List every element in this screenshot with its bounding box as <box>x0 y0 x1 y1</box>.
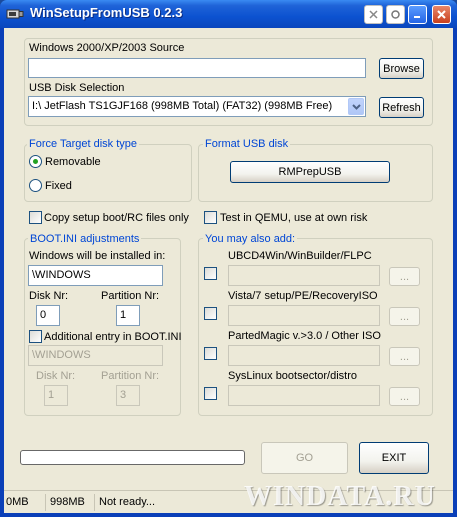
vista-setup-browse-button[interactable]: ... <box>389 307 420 326</box>
partedmagic-browse-button[interactable]: ... <box>389 347 420 366</box>
partedmagic-path-input[interactable] <box>228 345 380 366</box>
minimize-icon <box>414 16 420 18</box>
ubcd4win-browse-button[interactable]: ... <box>389 267 420 286</box>
progress-bar <box>20 450 245 465</box>
force-target-group <box>24 144 192 202</box>
client-area: Windows 2000/XP/2003 Source Browse USB D… <box>4 28 453 513</box>
test-qemu-checkbox[interactable] <box>204 211 217 224</box>
window-title: WinSetupFromUSB 0.2.3 <box>30 5 183 20</box>
install-location-input[interactable]: \WINDOWS <box>28 265 163 286</box>
close-icon <box>437 10 446 19</box>
fixed-radio[interactable] <box>29 179 42 192</box>
ubcd4win-path-input[interactable] <box>228 265 380 286</box>
partition-nr2-label: Partition Nr: <box>101 370 160 382</box>
disk-nr-label: Disk Nr: <box>29 290 69 302</box>
removable-radio[interactable] <box>29 155 42 168</box>
syslinux-label: SysLinux bootsector/distro <box>228 370 358 382</box>
usb-disk-select[interactable]: I:\ JetFlash TS1GJF168 (998MB Total) (FA… <box>28 96 366 117</box>
disk-nr-input[interactable]: 0 <box>36 305 60 326</box>
help-button[interactable] <box>364 5 383 24</box>
browse-button[interactable]: Browse <box>379 58 424 79</box>
title-bar[interactable]: WinSetupFromUSB 0.2.3 <box>0 0 457 28</box>
source-path-input[interactable] <box>28 58 366 78</box>
usb-disk-label: USB Disk Selection <box>29 82 125 94</box>
syslinux-checkbox[interactable] <box>204 387 217 400</box>
syslinux-path-input[interactable] <box>228 385 380 406</box>
radio-selected-dot <box>33 159 38 164</box>
force-target-title: Force Target disk type <box>27 138 140 150</box>
removable-label[interactable]: Removable <box>45 156 101 169</box>
minimize-button[interactable] <box>408 5 427 24</box>
vista-setup-label: Vista/7 setup/PE/RecoveryISO <box>228 290 378 302</box>
vista-setup-path-input[interactable] <box>228 305 380 326</box>
also-add-title: You may also add: <box>203 233 298 245</box>
disk-nr2-label: Disk Nr: <box>36 370 76 382</box>
system-button[interactable] <box>386 5 405 24</box>
copy-setup-label[interactable]: Copy setup boot/RC files only <box>44 212 189 225</box>
fixed-label[interactable]: Fixed <box>45 180 72 193</box>
partition-nr-input[interactable]: 1 <box>116 305 140 326</box>
vista-setup-checkbox[interactable] <box>204 307 217 320</box>
syslinux-browse-button[interactable]: ... <box>389 387 420 406</box>
gear-icon <box>391 10 400 19</box>
status-message: Not ready... <box>99 496 156 508</box>
partedmagic-label: PartedMagic v.>3.0 / Other ISO <box>228 330 381 342</box>
rmprepusb-button[interactable]: RMPrepUSB <box>230 161 390 183</box>
go-button[interactable]: GO <box>261 442 348 474</box>
test-qemu-label[interactable]: Test in QEMU, use at own risk <box>220 212 367 225</box>
ubcd4win-checkbox[interactable] <box>204 267 217 280</box>
copy-setup-checkbox[interactable] <box>29 211 42 224</box>
partition-nr-label: Partition Nr: <box>101 290 160 302</box>
status-used: 0MB <box>4 494 46 511</box>
format-usb-title: Format USB disk <box>203 138 291 150</box>
status-total: 998MB <box>48 494 95 511</box>
usb-drive-icon <box>6 9 24 19</box>
boot-ini-title: BOOT.INI adjustments <box>28 233 142 245</box>
dropdown-button[interactable] <box>348 98 364 115</box>
usb-disk-selected: I:\ JetFlash TS1GJF168 (998MB Total) (FA… <box>32 100 333 112</box>
app-window: WinSetupFromUSB 0.2.3 Windows 2000/XP/20… <box>0 0 457 517</box>
watermark: WINDATA.RU <box>244 481 436 512</box>
help-icon <box>369 10 378 19</box>
additional-entry-label[interactable]: Additional entry in BOOT.INI <box>44 331 182 344</box>
source-label: Windows 2000/XP/2003 Source <box>29 42 185 54</box>
partedmagic-checkbox[interactable] <box>204 347 217 360</box>
close-button[interactable] <box>432 5 451 24</box>
partition-nr2-input[interactable]: 3 <box>116 385 140 406</box>
refresh-button[interactable]: Refresh <box>379 97 424 118</box>
additional-location-input[interactable]: \WINDOWS <box>28 345 163 366</box>
additional-entry-checkbox[interactable] <box>29 330 42 343</box>
install-location-label: Windows will be installed in: <box>29 250 166 262</box>
exit-button[interactable]: EXIT <box>359 442 429 474</box>
disk-nr2-input[interactable]: 1 <box>44 385 68 406</box>
ubcd4win-label: UBCD4Win/WinBuilder/FLPC <box>228 250 372 262</box>
chevron-down-icon <box>351 103 361 110</box>
